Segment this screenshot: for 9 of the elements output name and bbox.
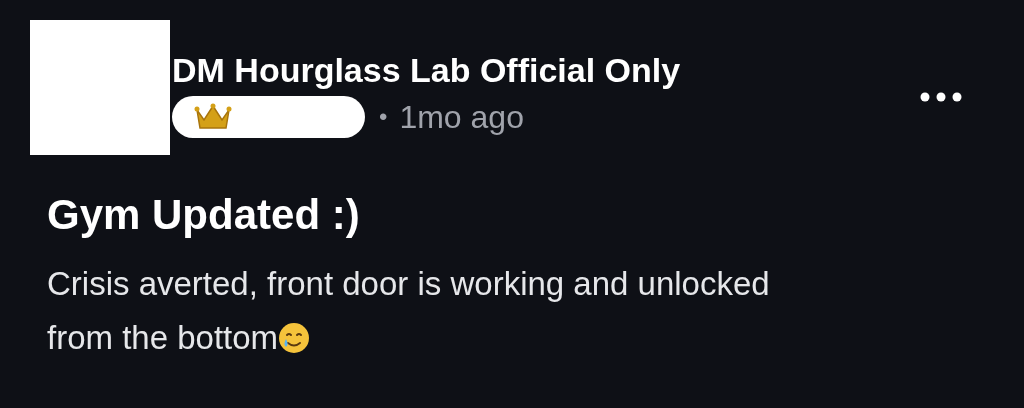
separator-dot: • <box>379 102 388 132</box>
author-name[interactable]: DM Hourglass Lab Official Only <box>172 50 681 90</box>
smiling-tear-icon <box>278 322 311 354</box>
post-time: 1mo ago <box>399 98 524 137</box>
post-body-line: Crisis averted, front door is working and unlocked <box>47 264 770 304</box>
crown-icon <box>194 102 232 132</box>
post-body-line: from the bottom <box>47 318 279 358</box>
more-options-icon[interactable] <box>920 92 962 102</box>
post-title: Gym Updated :) <box>47 191 360 239</box>
